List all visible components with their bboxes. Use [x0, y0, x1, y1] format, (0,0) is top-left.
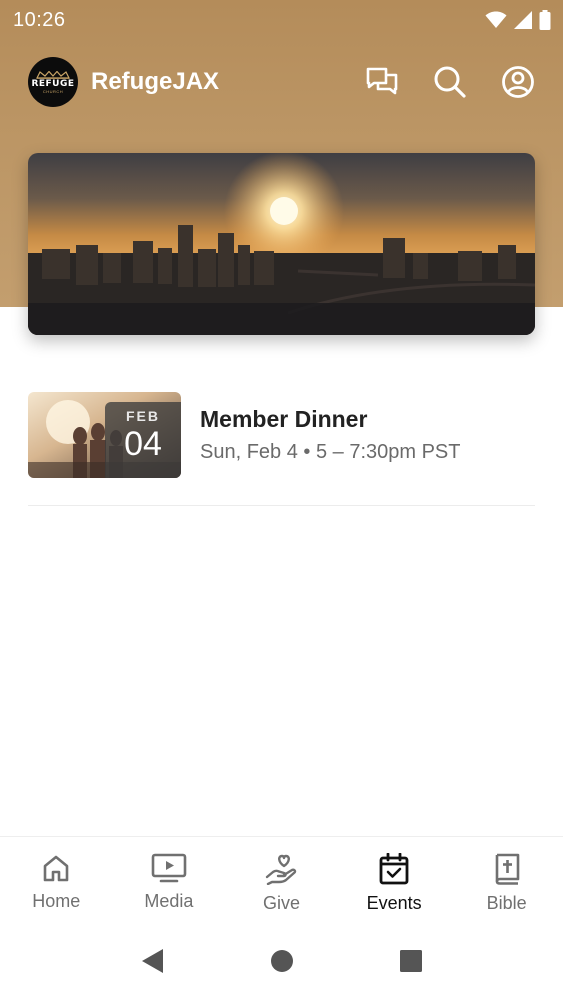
status-bar: 10:26	[0, 0, 563, 40]
brand: REFUGE CHURCH RefugeJAX	[28, 57, 219, 107]
nav-media[interactable]: Media	[113, 837, 225, 912]
media-icon	[151, 853, 187, 883]
bottom-navigation: Home Media Give Events Bible	[0, 836, 563, 922]
search-icon	[434, 66, 466, 98]
event-thumbnail: FEB 04	[28, 392, 181, 478]
event-list-item[interactable]: FEB 04 Member Dinner Sun, Feb 4 • 5 – 7:…	[28, 391, 535, 479]
logo-text: REFUGE	[31, 78, 75, 89]
system-navigation-bar	[0, 922, 563, 1000]
nav-bible-label: Bible	[486, 893, 527, 913]
home-circle-icon[interactable]	[270, 949, 294, 973]
app-actions	[361, 61, 539, 103]
city-sunset-image	[28, 153, 535, 335]
date-day: 04	[124, 425, 162, 463]
nav-events[interactable]: Events	[338, 837, 450, 914]
event-datetime: Sun, Feb 4 • 5 – 7:30pm PST	[200, 441, 461, 463]
give-icon	[266, 854, 297, 885]
battery-icon	[539, 10, 551, 30]
list-divider	[28, 505, 535, 506]
back-icon[interactable]	[141, 948, 165, 974]
status-icons	[485, 10, 551, 30]
account-icon	[502, 66, 534, 98]
nav-give[interactable]: Give	[225, 837, 337, 914]
nav-home[interactable]: Home	[0, 837, 112, 912]
chat-icon	[366, 67, 398, 95]
home-icon	[43, 855, 69, 882]
calendar-icon	[379, 853, 409, 885]
nav-give-label: Give	[262, 893, 300, 913]
event-title: Member Dinner	[200, 406, 368, 432]
app-bar: REFUGE CHURCH RefugeJAX	[28, 56, 539, 108]
event-info: Member Dinner Sun, Feb 4 • 5 – 7:30pm PS…	[200, 406, 460, 464]
nav-home-label: Home	[32, 891, 81, 911]
status-time: 10:26	[13, 8, 66, 31]
date-month: FEB	[126, 408, 160, 424]
profile-button[interactable]	[497, 61, 539, 103]
wifi-icon	[485, 11, 507, 28]
nav-events-label: Events	[366, 893, 422, 913]
app-title: RefugeJAX	[91, 68, 220, 95]
search-button[interactable]	[429, 61, 471, 103]
logo-subtext: CHURCH	[42, 88, 64, 94]
messages-button[interactable]	[361, 61, 403, 103]
recents-icon[interactable]	[399, 949, 423, 973]
crown-logo-icon	[36, 70, 70, 79]
cell-signal-icon	[514, 11, 532, 29]
date-badge: FEB 04	[105, 402, 181, 478]
nav-bible[interactable]: Bible	[451, 837, 563, 914]
bible-icon	[495, 853, 519, 885]
hero-banner[interactable]	[28, 153, 535, 335]
church-logo[interactable]: REFUGE CHURCH	[28, 57, 78, 107]
nav-media-label: Media	[144, 891, 194, 911]
